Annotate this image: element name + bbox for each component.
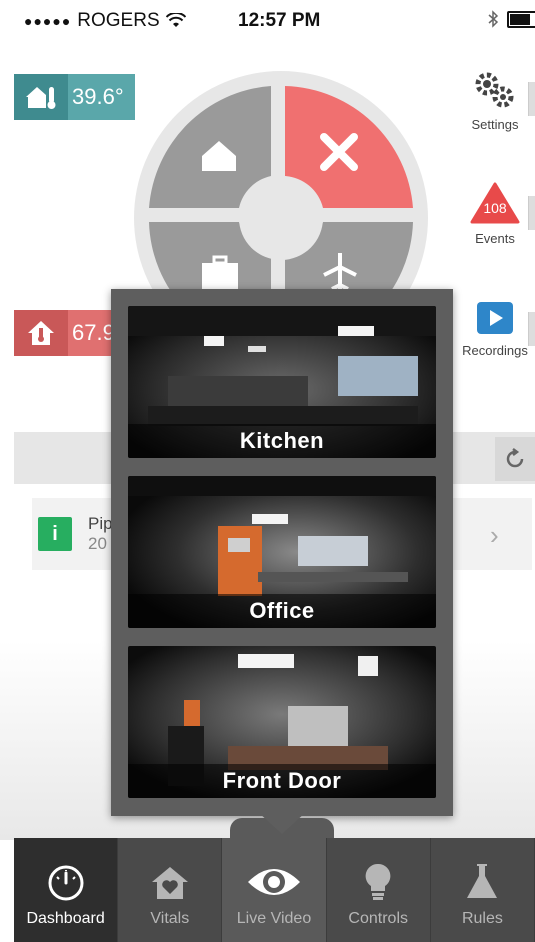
outdoor-temperature-value: 67.9 (72, 320, 115, 345)
home-thermometer-outdoor-icon (14, 310, 68, 356)
carrier-label: ROGERS (77, 10, 160, 31)
status-bar: ●●●●● ROGERS 12:57 PM (0, 0, 535, 40)
outdoor-temperature-badge[interactable]: 67.9 (14, 310, 124, 356)
wifi-icon (165, 13, 186, 27)
tab-live-video[interactable]: Live Video (222, 838, 327, 942)
side-edge-1 (528, 82, 535, 116)
tab-label: Dashboard (26, 910, 105, 927)
tab-vitals[interactable]: Vitals (118, 838, 223, 942)
bluetooth-icon (488, 10, 499, 28)
side-edge-3 (528, 312, 535, 346)
camera-label: Front Door (128, 764, 436, 798)
tab-dashboard[interactable]: Dashboard (14, 838, 119, 942)
tab-rules[interactable]: Rules (431, 838, 535, 942)
flask-icon (467, 864, 498, 898)
clock: 12:57 PM (238, 10, 321, 31)
lightbulb-icon (365, 863, 391, 900)
tab-label: Rules (461, 910, 503, 927)
indoor-temperature-value: 39.6° (72, 84, 124, 109)
tab-label: Controls (348, 910, 408, 927)
play-icon (477, 302, 513, 334)
gear-icon (475, 72, 514, 108)
events-label: Events (475, 231, 515, 246)
info-icon: i (38, 517, 72, 551)
camera-office[interactable]: Office (128, 476, 436, 628)
camera-front-door[interactable]: Front Door (128, 646, 436, 798)
notification-text: Pip 20 (88, 514, 113, 554)
home-heart-icon (151, 867, 188, 899)
signal-dots-icon: ●●●●● (24, 13, 72, 29)
notification-title: Pip (88, 514, 113, 533)
eye-icon (248, 869, 300, 895)
chevron-right-icon[interactable]: › (490, 520, 499, 551)
tab-controls[interactable]: Controls (327, 838, 431, 942)
camera-kitchen[interactable]: Kitchen (128, 306, 436, 458)
settings-button[interactable]: Settings (455, 70, 535, 132)
indoor-temperature-badge[interactable]: 39.6° (14, 74, 135, 120)
events-button[interactable]: 108 Events (455, 182, 535, 246)
tab-label: Vitals (150, 910, 190, 927)
camera-label: Office (128, 594, 436, 628)
refresh-icon (506, 448, 524, 468)
gauge-icon (48, 865, 84, 901)
events-count: 108 (483, 200, 507, 216)
wheel-center (239, 176, 323, 260)
home-thermometer-icon (14, 74, 68, 120)
live-video-popover: Kitchen Office Front Door (111, 289, 453, 816)
battery-icon (507, 10, 535, 28)
settings-label: Settings (471, 117, 519, 132)
status-right (487, 10, 535, 28)
notification-subtitle: 20 (88, 534, 107, 553)
popover-pointer (258, 812, 306, 834)
refresh-button[interactable] (495, 437, 535, 481)
side-edge-2 (528, 196, 535, 230)
tab-bar: Dashboard Vitals Live Video Controls Rul… (14, 838, 535, 942)
status-left: ●●●●● ROGERS (24, 10, 186, 32)
recordings-label: Recordings (462, 343, 528, 358)
camera-label: Kitchen (128, 424, 436, 458)
briefcase-icon (202, 263, 238, 289)
recordings-button[interactable]: Recordings (455, 300, 535, 358)
tab-label: Live Video (236, 910, 312, 927)
